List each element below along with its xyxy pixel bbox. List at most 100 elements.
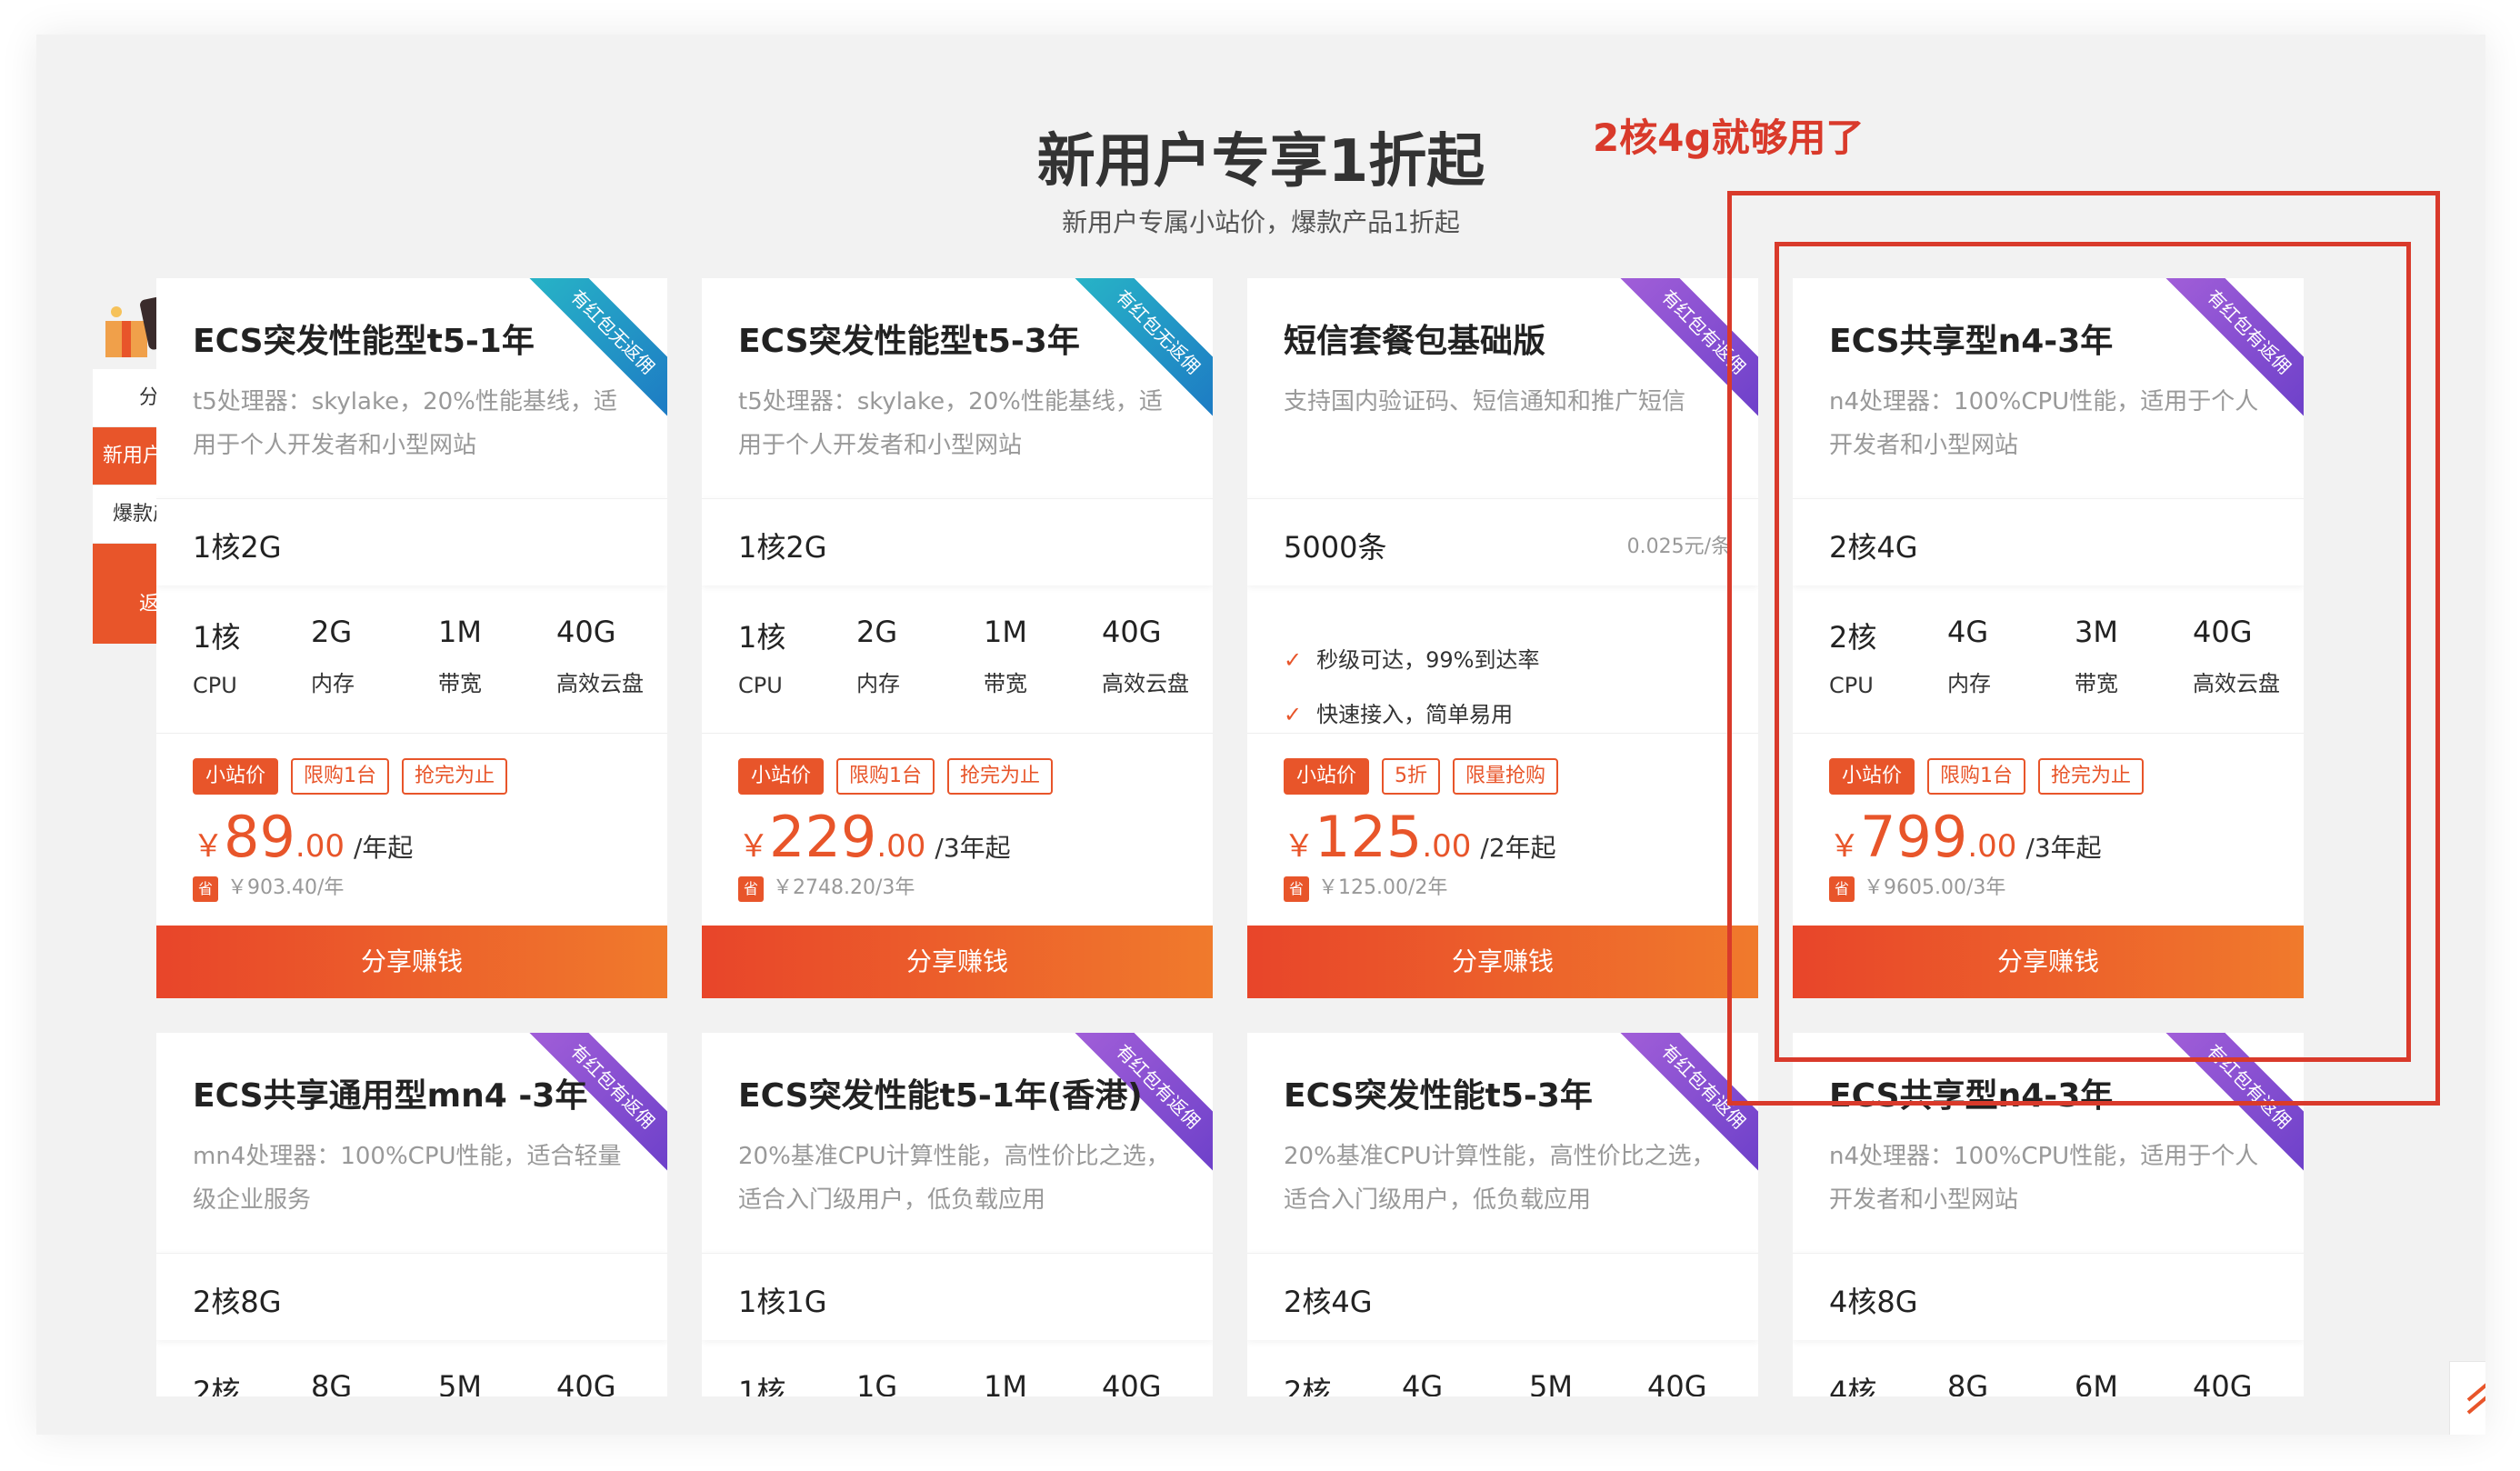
currency-symbol: ￥: [193, 828, 224, 865]
spec-value: 1M: [438, 615, 482, 649]
product-card[interactable]: 有红包有返佣 短信套餐包基础版 支持国内验证码、短信通知和推广短信 5000条 0.02…: [1247, 278, 1758, 998]
spec-column: 1G: [856, 1369, 897, 1396]
product-description: t5处理器：skylake，20%性能基线，适用于个人开发者和小型网站: [193, 388, 617, 459]
product-card[interactable]: 有红包无返佣 ECS突发性能型t5-1年 t5处理器：skylake，20%性能基线…: [156, 278, 667, 998]
spec-column: 40G 高效云盘: [556, 615, 644, 697]
spec-columns: 2核 8G 5M 40G: [156, 1369, 667, 1396]
spec-label: 内存: [311, 671, 355, 696]
product-name: ECS突发性能型t5-3年: [738, 323, 1080, 360]
original-price-text: ￥903.40/年: [227, 876, 345, 899]
original-price: 省 ￥125.00/2年: [1284, 871, 1447, 902]
spec-value: 1核: [738, 1375, 786, 1396]
product-description: n4处理器：100%CPU性能，适用于个人开发者和小型网站: [1829, 1143, 2259, 1214]
spec-column: 1M 带宽: [438, 615, 482, 697]
spec-bar: 5000条 0.025元/条: [1247, 498, 1758, 585]
spec-summary: 2核4G: [1284, 1285, 1373, 1319]
spec-column: 2G 内存: [856, 615, 900, 697]
spec-value: 40G: [1102, 615, 1162, 649]
tag-list: 小站价 限购1台 抢完为止: [193, 758, 520, 795]
spec-label: 内存: [856, 671, 900, 696]
product-name: ECS突发性能t5-3年: [1284, 1077, 1593, 1115]
tag-list: 小站价 限购1台 抢完为止: [738, 758, 1065, 795]
spec-column: 4G: [1402, 1369, 1443, 1396]
product-description: 20%基准CPU计算性能，高性价比之选，适合入门级用户，低负载应用: [738, 1143, 1170, 1214]
spec-value: 2G: [856, 615, 898, 649]
spec-value: 40G: [556, 1369, 616, 1396]
price-integer: 229: [769, 804, 877, 870]
product-description: 支持国内验证码、短信通知和推广短信: [1284, 388, 1686, 415]
price: ￥89.00/年起: [193, 804, 413, 870]
product-card[interactable]: 有红包有返佣 ECS突发性能t5-1年(香港) 20%基准CPU计算性能，高性价比之…: [702, 1033, 1213, 1396]
spec-column: 1核 CPU: [193, 615, 240, 698]
divider: [702, 733, 1213, 734]
spec-column: 40G: [2193, 1369, 2253, 1396]
spec-column: 8G: [1947, 1369, 1988, 1396]
spec-column: 40G: [556, 1369, 616, 1396]
spec-value: 1G: [856, 1369, 898, 1396]
spec-bar: 4核8G: [1793, 1253, 2304, 1340]
spec-label: CPU: [193, 673, 237, 698]
spec-columns: 1核 CPU 2G 内存 1M 带宽 40G 高效云盘: [156, 615, 667, 715]
spec-label: 高效云盘: [1102, 671, 1189, 696]
product-card[interactable]: 有红包无返佣 ECS突发性能型t5-3年 t5处理器：skylake，20%性能基线…: [702, 278, 1213, 998]
spec-column: 2核: [193, 1369, 240, 1396]
spec-label: 带宽: [984, 671, 1027, 696]
spec-column: 40G 高效云盘: [1102, 615, 1189, 697]
spec-value: 1M: [984, 615, 1027, 649]
product-name: ECS突发性能t5-1年(香港): [738, 1077, 1143, 1115]
product-description: mn4处理器：100%CPU性能，适合轻量级企业服务: [193, 1143, 622, 1214]
promo-tag: 限购1台: [291, 758, 390, 795]
product-name: ECS共享通用型mn4 -3年: [193, 1077, 588, 1115]
price-unit: /年起: [353, 833, 414, 863]
spec-bar: 1核2G: [702, 498, 1213, 585]
spec-columns: 2核 4G 5M 40G: [1247, 1369, 1758, 1396]
annotation-box-inner: [1775, 242, 2411, 1062]
product-description: 20%基准CPU计算性能，高性价比之选，适合入门级用户，低负载应用: [1284, 1143, 1715, 1214]
spec-value: 8G: [1947, 1369, 1989, 1396]
spec-value: 2G: [311, 615, 353, 649]
double-chevron-up-icon: [2465, 1375, 2485, 1427]
spec-column: 1核: [738, 1369, 785, 1396]
feature-text: 秒级可达，99%到达率: [1316, 647, 1540, 673]
annotation-text: 2核4g就够用了: [1593, 115, 1865, 160]
spec-value: 1M: [984, 1369, 1027, 1396]
product-card[interactable]: 有红包有返佣 ECS突发性能t5-3年 20%基准CPU计算性能，高性价比之选，适合…: [1247, 1033, 1758, 1396]
spec-column: 2G 内存: [311, 615, 355, 697]
promo-tag: 小站价: [1284, 758, 1370, 795]
check-icon: ✓: [1284, 702, 1303, 727]
tag-list: 小站价 5折 限量抢购: [1284, 758, 1571, 795]
spec-summary: 5000条: [1284, 530, 1387, 565]
promo-tag: 抢完为止: [402, 758, 508, 795]
page-title: 新用户专享1折起: [1036, 128, 1485, 195]
spec-summary: 1核2G: [738, 530, 827, 565]
product-card[interactable]: 有红包有返佣 ECS共享通用型mn4 -3年 mn4处理器：100%CPU性能，适合…: [156, 1033, 667, 1396]
feature-item: ✓ 秒级可达，99%到达率: [1284, 642, 1539, 674]
spec-column: 40G: [1102, 1369, 1162, 1396]
price-integer: 125: [1315, 804, 1423, 870]
price-integer: 89: [224, 804, 295, 870]
spec-label: 高效云盘: [556, 671, 644, 696]
spec-value: 6M: [2075, 1369, 2118, 1396]
promo-tag: 限量抢购: [1453, 758, 1559, 795]
save-badge: 省: [738, 876, 764, 902]
share-earn-button[interactable]: 分享赚钱: [1247, 926, 1758, 998]
spec-bar: 1核1G: [702, 1253, 1213, 1340]
share-earn-button[interactable]: 分享赚钱: [156, 926, 667, 998]
save-badge: 省: [1284, 876, 1309, 902]
spec-label: CPU: [738, 673, 783, 698]
spec-column: 4核: [1829, 1369, 1876, 1396]
product-description: t5处理器：skylake，20%性能基线，适用于个人开发者和小型网站: [738, 388, 1163, 459]
spec-bar: 2核8G: [156, 1253, 667, 1340]
original-price-text: ￥125.00/2年: [1318, 876, 1448, 899]
spec-column: 40G: [1647, 1369, 1707, 1396]
save-badge: 省: [193, 876, 218, 902]
price-decimal: .00: [1422, 828, 1472, 865]
scroll-top-button[interactable]: [2449, 1361, 2485, 1435]
spec-value: 1核: [738, 620, 786, 655]
spec-column: 1M: [984, 1369, 1027, 1396]
share-earn-button[interactable]: 分享赚钱: [702, 926, 1213, 998]
price-unit: /2年起: [1480, 833, 1556, 863]
spec-summary: 1核1G: [738, 1285, 827, 1319]
price: ￥125.00/2年起: [1284, 804, 1556, 870]
spec-value: 2核: [193, 1375, 241, 1396]
